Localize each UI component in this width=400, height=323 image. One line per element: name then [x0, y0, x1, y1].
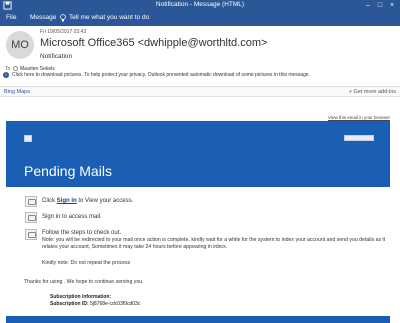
message-date: Fri 19/05/2017 03:43 — [40, 29, 87, 35]
sender-name[interactable]: Microsoft Office365 <dwhipple@worthltd.c… — [40, 37, 267, 49]
tab-message[interactable]: Message — [30, 14, 56, 21]
get-more-addins-link[interactable]: + Get more add-ins — [349, 89, 396, 95]
email-footer-banner — [6, 316, 390, 323]
close-icon[interactable]: × — [386, 0, 398, 11]
sign-in-link[interactable]: Sign in — [57, 198, 77, 204]
window-title: Notification - Message (HTML) — [155, 1, 245, 8]
broken-image-icon — [25, 196, 37, 207]
subject: Notification — [40, 53, 73, 60]
subscription-id: Subscription ID: 5j8768e-cdc03f9cd03c — [50, 301, 141, 307]
lightbulb-icon — [60, 14, 66, 22]
kindly-note: Kindly note: Do not repeat the process — [42, 260, 131, 266]
note-text: Note: you will be redirected to your mai… — [42, 237, 386, 250]
step-3: Follow the steps to check out. — [42, 230, 122, 236]
broken-image-icon — [25, 229, 37, 240]
banner-heading: Pending Mails — [24, 163, 112, 179]
addin-bar: Bing Maps + Get more add-ins — [0, 86, 400, 97]
info-icon: i — [3, 72, 9, 78]
tell-me-search[interactable]: Tell me what you want to do — [69, 14, 149, 21]
title-bar: Notification - Message (HTML) – □ × — [0, 0, 400, 11]
avatar: MO — [6, 31, 34, 59]
thanks-text: Thanks for using . We hope to continue s… — [24, 279, 144, 285]
broken-image-icon — [344, 135, 374, 141]
view-in-browser-link[interactable]: View this email in your browser — [328, 115, 390, 120]
email-banner: Pending Mails — [6, 121, 390, 187]
maximize-icon[interactable]: □ — [374, 0, 386, 11]
broken-image-icon — [24, 135, 32, 142]
info-bar[interactable]: i Click here to download pictures. To he… — [0, 71, 400, 80]
info-text[interactable]: Click here to download pictures. To help… — [12, 72, 310, 78]
subscription-id-value: 5j8768e-cdc03f9cd03c — [90, 301, 141, 307]
bing-maps-addin[interactable]: Bing Maps — [4, 89, 30, 95]
ribbon: File Message Tell me what you want to do — [0, 11, 400, 26]
step-1: Click Sign in to View your access. — [42, 198, 134, 204]
tab-file[interactable]: File — [6, 14, 16, 21]
broken-image-icon — [25, 212, 37, 223]
subscription-info-label: Subscription information: — [50, 294, 112, 300]
step-2: Sign in to access mail. — [42, 214, 102, 220]
minimize-icon[interactable]: – — [362, 0, 374, 11]
